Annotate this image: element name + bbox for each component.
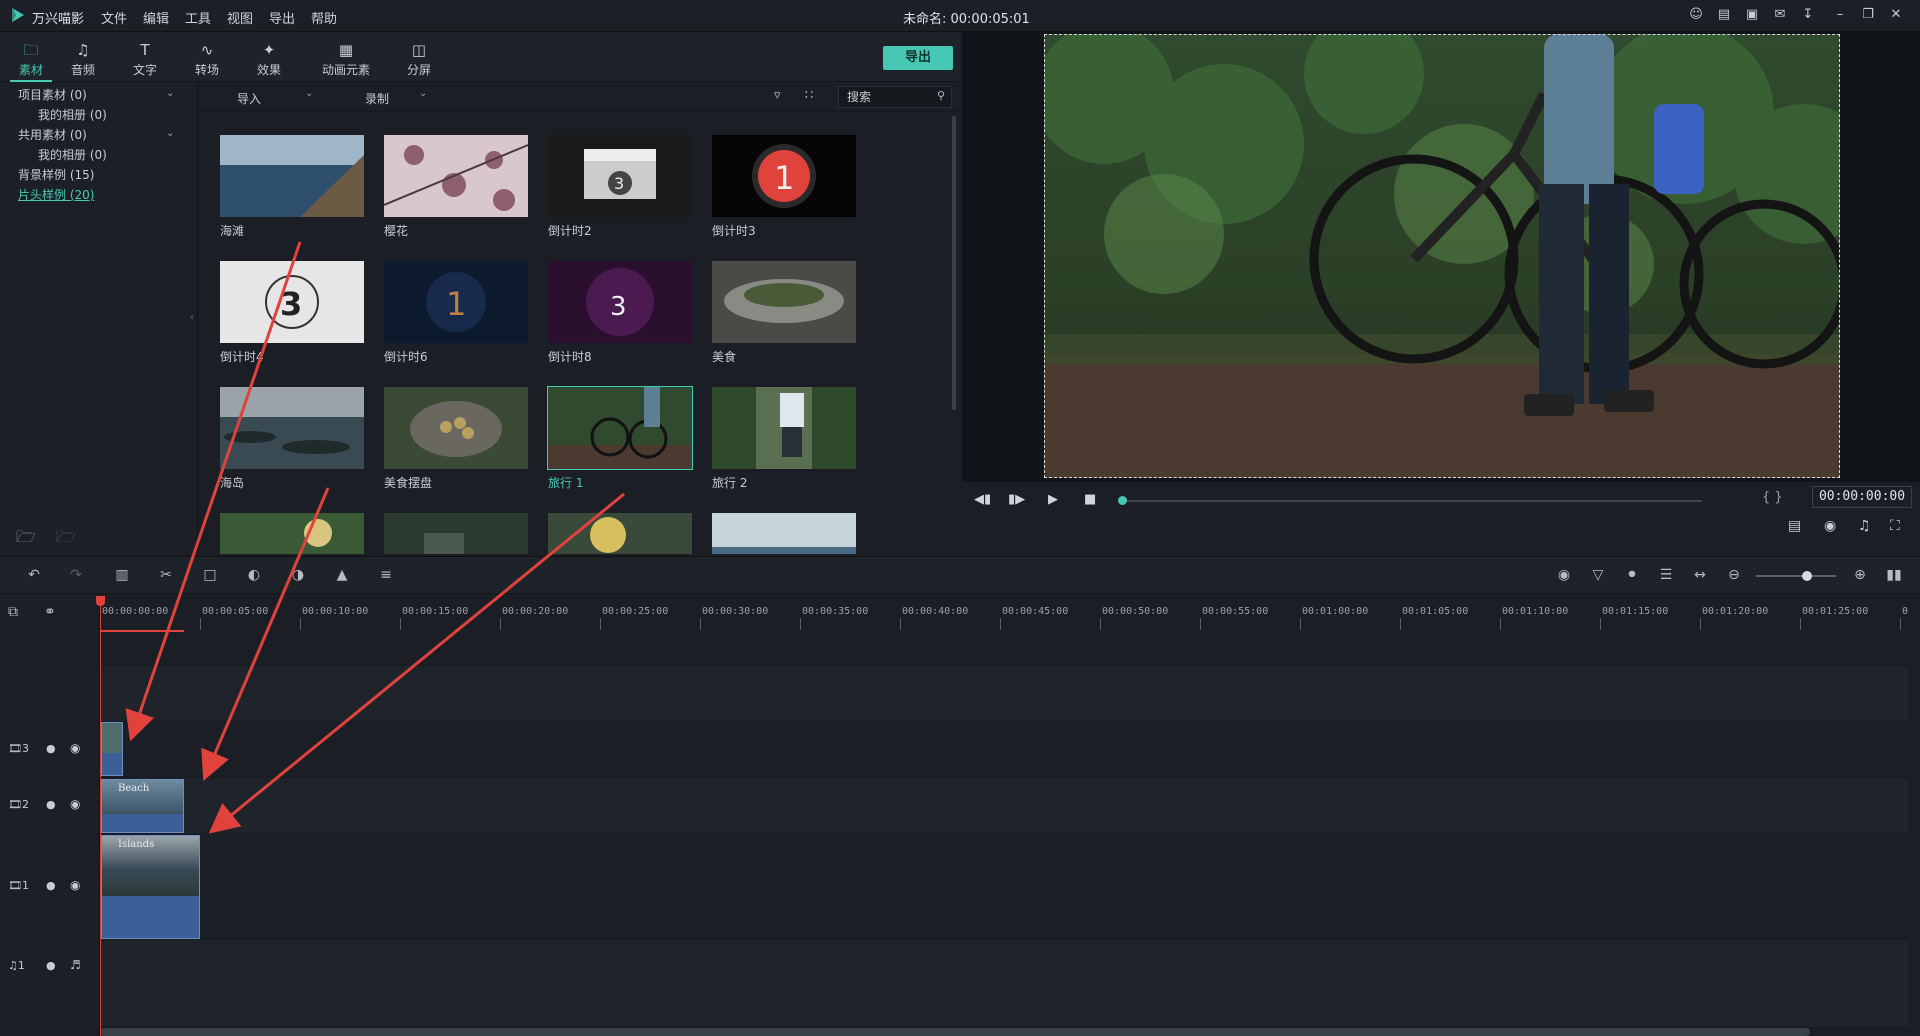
arrow-travel-to-track1 xyxy=(208,492,625,834)
arrow-island-to-track2 xyxy=(201,487,330,782)
arrow-beach-to-track3 xyxy=(125,241,302,742)
annotation-arrows xyxy=(125,241,625,834)
